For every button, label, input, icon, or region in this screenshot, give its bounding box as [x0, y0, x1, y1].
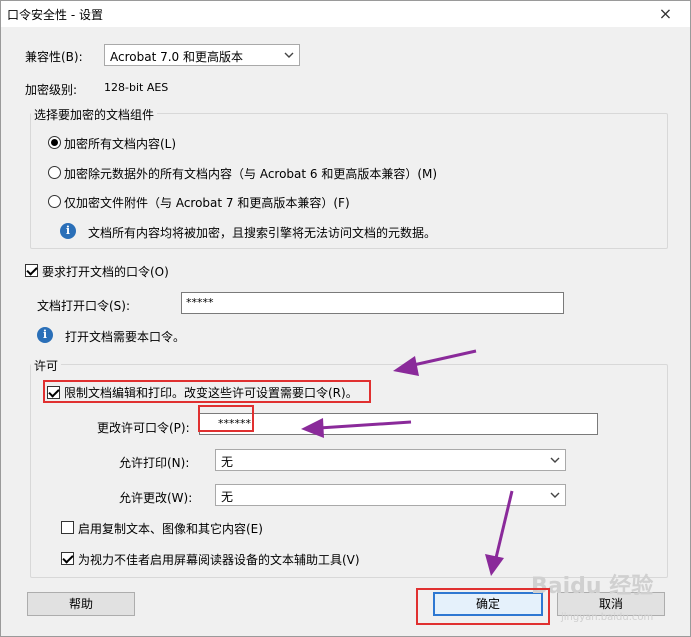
dialog-window: 口令安全性 - 设置 × 兼容性(B): Acrobat 7.0 和更高版本 加…: [0, 0, 691, 637]
annotation-arrows: [301, 349, 514, 576]
arrow-to-restrict: [393, 349, 477, 376]
arrow-to-ok: [485, 490, 514, 576]
arrow-to-password: [301, 418, 412, 438]
